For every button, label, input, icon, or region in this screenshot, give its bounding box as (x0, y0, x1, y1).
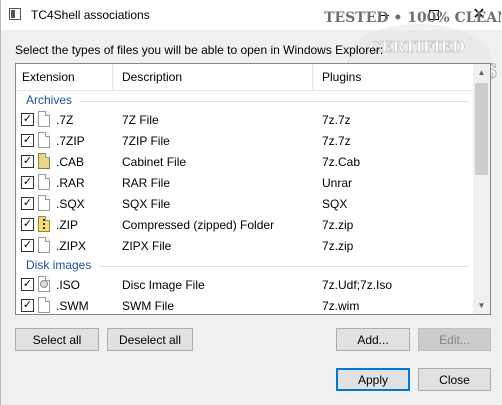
list-item[interactable]: ✓ .ISO Disc Image File 7z.Udf;7z.Iso (16, 275, 474, 295)
extension-cell: .RAR (56, 176, 85, 190)
file-icon (38, 237, 50, 253)
maximize-button[interactable] (411, 0, 457, 30)
checkbox[interactable]: ✓ (21, 113, 34, 126)
description-cell: Compressed (zipped) Folder (122, 218, 275, 232)
plugin-cell: 7z.Cab (322, 155, 361, 169)
column-header: Extension Description Plugins (16, 64, 474, 91)
checkbox[interactable]: ✓ (21, 155, 34, 168)
plugin-cell: Unrar (322, 176, 353, 190)
column-plugins[interactable]: Plugins (322, 70, 361, 84)
zip-folder-icon (38, 216, 50, 232)
description-cell: Disc Image File (122, 278, 205, 292)
column-description[interactable]: Description (122, 70, 182, 84)
scroll-down-icon[interactable]: ▼ (473, 297, 490, 314)
list-item[interactable]: ✓ .7ZIP 7ZIP File 7z.7z (16, 131, 474, 151)
instruction-label: Select the types of files you will be ab… (15, 43, 384, 57)
list-item[interactable]: ✓ .ZIPX ZIPX File 7z.zip (16, 236, 474, 256)
description-cell: Cabinet File (122, 155, 187, 169)
file-icon (38, 174, 50, 190)
column-extension[interactable]: Extension (22, 70, 75, 84)
disc-image-icon (38, 276, 50, 292)
description-cell: ZIPX File (122, 239, 172, 253)
extension-cell: .CAB (56, 155, 85, 169)
checkbox[interactable]: ✓ (21, 197, 34, 210)
plugin-cell: 7z.zip (322, 218, 354, 232)
close-button[interactable]: Close (418, 368, 491, 391)
deselect-all-button[interactable]: Deselect all (107, 328, 193, 351)
window-title: TC4Shell associations (31, 8, 150, 22)
description-cell: SQX File (122, 197, 171, 211)
checkbox[interactable]: ✓ (21, 239, 34, 252)
extension-cell: .SQX (56, 197, 85, 211)
scroll-up-icon[interactable]: ▲ (473, 64, 490, 81)
checkbox[interactable]: ✓ (21, 278, 34, 291)
plugin-cell: 7z.Udf;7z.Iso (322, 278, 393, 292)
list-item[interactable]: ✓ .ZIP Compressed (zipped) Folder 7z.zip (16, 215, 474, 235)
plugin-cell: 7z.wim (322, 299, 360, 313)
list-item[interactable]: ✓ .CAB Cabinet File 7z.Cab (16, 152, 474, 172)
edit-button[interactable]: Edit... (418, 328, 491, 351)
select-all-button[interactable]: Select all (15, 328, 99, 351)
title-bar[interactable]: TC4Shell associations ✕ (1, 0, 502, 30)
group-header-archives: Archives (26, 93, 73, 107)
checkbox[interactable]: ✓ (21, 134, 34, 147)
description-cell: RAR File (122, 176, 171, 190)
list-item[interactable]: ✓ .SQX SQX File SQX (16, 194, 474, 214)
app-window-icon (9, 8, 21, 20)
checkbox[interactable]: ✓ (21, 176, 34, 189)
plugin-cell: 7z.7z (322, 113, 351, 127)
close-icon: ✕ (472, 6, 486, 23)
file-icon (38, 132, 50, 148)
extension-cell: .ZIP (56, 218, 79, 232)
extension-cell: .7ZIP (56, 134, 85, 148)
vertical-scrollbar[interactable]: ▲ ▼ (473, 64, 490, 314)
minimize-icon (379, 14, 389, 16)
file-icon (38, 195, 50, 211)
description-cell: SWM File (122, 299, 174, 313)
list-item[interactable]: ✓ .7Z 7Z File 7z.7z (16, 110, 474, 130)
maximize-icon (429, 10, 439, 20)
plugin-cell: 7z.7z (322, 134, 351, 148)
description-cell: 7Z File (122, 113, 159, 127)
close-window-button[interactable]: ✕ (456, 0, 502, 30)
extension-cell: .ISO (56, 278, 81, 292)
file-icon (38, 297, 50, 313)
extension-cell: .7Z (56, 113, 74, 127)
group-header-disk-images: Disk images (26, 258, 92, 272)
associations-dialog: TC4Shell associations ✕ TESTED • 100% CL… (0, 0, 502, 405)
minimize-button[interactable] (361, 0, 407, 30)
column-divider[interactable] (312, 64, 313, 90)
list-item[interactable]: ✓ .RAR RAR File Unrar (16, 173, 474, 193)
list-item[interactable]: ✓ .SWM SWM File 7z.wim (16, 296, 474, 314)
checkbox[interactable]: ✓ (21, 218, 34, 231)
column-divider[interactable] (112, 64, 113, 90)
file-icon (38, 111, 50, 127)
scroll-thumb[interactable] (475, 83, 488, 175)
checkbox[interactable]: ✓ (21, 299, 34, 312)
plugin-cell: 7z.zip (322, 239, 354, 253)
description-cell: 7ZIP File (122, 134, 170, 148)
group-divider (100, 266, 468, 267)
group-divider (80, 101, 468, 102)
apply-button[interactable]: Apply (336, 368, 410, 391)
extension-cell: .ZIPX (56, 239, 87, 253)
add-button[interactable]: Add... (336, 328, 410, 351)
watermark-line-2: CERTIFIED (369, 38, 465, 56)
extension-cell: .SWM (56, 299, 89, 313)
plugin-cell: SQX (322, 197, 348, 211)
file-types-list[interactable]: Extension Description Plugins Archives ✓… (15, 63, 491, 315)
cabinet-file-icon (38, 153, 50, 169)
